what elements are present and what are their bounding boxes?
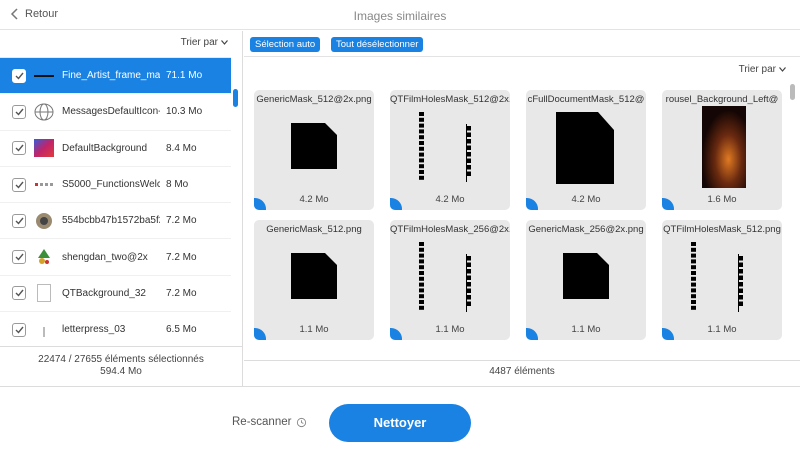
clean-button[interactable]: Nettoyer bbox=[329, 404, 471, 442]
card-filesize: 1.1 Mo bbox=[571, 324, 601, 335]
left-panel: Trier par Fine_Artist_frame_mas 71.1 Mo Me… bbox=[0, 31, 243, 386]
right-footer: 4487 éléments bbox=[244, 360, 800, 386]
item-size: 7.2 Mo bbox=[166, 215, 197, 227]
item-name: shengdan_two@2x bbox=[62, 251, 148, 263]
card-filename: QTFilmHolesMask_256@2x.png bbox=[390, 224, 510, 235]
item-thumbnail bbox=[34, 176, 54, 194]
card-filesize: 1.1 Mo bbox=[707, 324, 737, 335]
item-name: 554bcbb47b1572ba5f2 bbox=[62, 215, 160, 227]
item-checkbox[interactable] bbox=[12, 286, 26, 301]
item-thumbnail bbox=[34, 212, 54, 230]
file-list-item[interactable]: S5000_FunctionsWelc 8 Mo bbox=[0, 167, 231, 204]
item-checkbox[interactable] bbox=[12, 213, 26, 228]
card-filesize: 4.2 Mo bbox=[299, 194, 329, 205]
item-thumbnail bbox=[34, 321, 54, 339]
card-filesize: 4.2 Mo bbox=[435, 194, 465, 205]
checkmark-icon bbox=[15, 289, 24, 297]
card-filename: QTFilmHolesMask_512@2x.png bbox=[390, 94, 510, 105]
top-bar: Retour Images similaires bbox=[0, 0, 800, 30]
item-checkbox[interactable] bbox=[12, 141, 26, 156]
left-sort-label: Trier par bbox=[180, 37, 218, 48]
item-size: 7.2 Mo bbox=[166, 251, 197, 263]
card-filename: GenericMask_256@2x.png bbox=[528, 224, 644, 235]
bottom-bar: Re-scanner Nettoyer bbox=[0, 386, 800, 458]
file-list: Fine_Artist_frame_mas 71.1 Mo MessagesDefa… bbox=[0, 57, 231, 346]
image-card[interactable]: QTFilmHolesMask_512@2x.png 4.2 Mo bbox=[390, 90, 510, 210]
item-name: DefaultBackground bbox=[62, 142, 148, 154]
card-filesize: 1.6 Mo bbox=[707, 194, 737, 205]
item-name: QTBackground_32 bbox=[62, 287, 146, 299]
file-list-item[interactable]: Fine_Artist_frame_mas 71.1 Mo bbox=[0, 58, 231, 95]
checkmark-icon bbox=[15, 326, 24, 334]
item-size: 71.1 Mo bbox=[166, 70, 203, 82]
rescan-button[interactable]: Re-scanner bbox=[232, 416, 307, 428]
checkmark-icon bbox=[15, 181, 24, 189]
window-title: Images similaires bbox=[353, 9, 447, 23]
item-size: 8.4 Mo bbox=[166, 142, 197, 154]
left-footer: 22474 / 27655 éléments sélectionnés 594.… bbox=[0, 346, 242, 386]
item-thumbnail bbox=[34, 67, 54, 85]
card-filename: GenericMask_512.png bbox=[266, 224, 362, 235]
checkmark-icon bbox=[15, 108, 24, 116]
card-filesize: 1.1 Mo bbox=[299, 324, 329, 335]
checkmark-icon bbox=[15, 217, 24, 225]
deselect-all-button[interactable]: Tout désélectionner bbox=[331, 37, 424, 52]
card-filename: rousel_Background_Left@ bbox=[665, 94, 779, 105]
card-filesize: 1.1 Mo bbox=[435, 324, 465, 335]
left-sort-dropdown[interactable]: Trier par bbox=[181, 37, 228, 48]
selected-size: 594.4 Mo bbox=[100, 366, 142, 377]
item-size: 8 Mo bbox=[166, 179, 189, 191]
checkmark-icon bbox=[15, 144, 24, 152]
item-checkbox[interactable] bbox=[12, 104, 26, 119]
image-card[interactable]: QTFilmHolesMask_256@2x.png 1.1 Mo bbox=[390, 220, 510, 340]
item-name: MessagesDefaultIcon- bbox=[62, 106, 160, 118]
image-card[interactable]: GenericMask_512@2x.png 4.2 Mo bbox=[254, 90, 374, 210]
file-list-item[interactable]: QTBackground_32 7.2 Mo bbox=[0, 276, 231, 313]
file-list-item[interactable]: letterpress_03 6.5 Mo bbox=[0, 312, 231, 346]
image-card[interactable]: rousel_Background_Left@ 1.6 Mo bbox=[662, 90, 782, 210]
selected-count: 22474 / 27655 éléments sélectionnés bbox=[38, 354, 204, 365]
refresh-icon bbox=[297, 417, 307, 427]
right-panel: Sélection auto Tout désélectionner Trier… bbox=[244, 31, 800, 386]
item-thumbnail bbox=[34, 139, 54, 158]
card-filesize: 4.2 Mo bbox=[571, 194, 601, 205]
image-card[interactable]: GenericMask_512.png 1.1 Mo bbox=[254, 220, 374, 340]
item-thumbnail bbox=[34, 103, 54, 121]
file-list-item[interactable]: DefaultBackground 8.4 Mo bbox=[0, 131, 231, 167]
file-list-item[interactable]: MessagesDefaultIcon- 10.3 Mo bbox=[0, 94, 231, 131]
image-grid: GenericMask_512@2x.png 4.2 Mo QTFilmHolesM… bbox=[244, 82, 789, 350]
image-card[interactable]: QTFilmHolesMask_512.png 1.1 Mo bbox=[662, 220, 782, 340]
item-size: 7.2 Mo bbox=[166, 287, 197, 299]
image-card[interactable]: GenericMask_256@2x.png 1.1 Mo bbox=[526, 220, 646, 340]
chevron-down-icon bbox=[779, 67, 786, 72]
right-sort-dropdown[interactable]: Trier par bbox=[739, 64, 786, 75]
left-scrollbar[interactable] bbox=[233, 89, 238, 107]
item-name: letterpress_03 bbox=[62, 324, 126, 336]
auto-select-button[interactable]: Sélection auto bbox=[250, 37, 321, 52]
item-checkbox[interactable] bbox=[12, 177, 26, 192]
item-checkbox[interactable] bbox=[12, 322, 26, 337]
card-filename: cFullDocumentMask_512@ bbox=[527, 94, 645, 105]
item-checkbox[interactable] bbox=[12, 68, 26, 83]
chevron-down-icon bbox=[221, 40, 228, 45]
file-list-item[interactable]: 554bcbb47b1572ba5f2 7.2 Mo bbox=[0, 203, 231, 240]
element-count: 4487 éléments bbox=[489, 366, 555, 377]
item-checkbox[interactable] bbox=[12, 250, 26, 265]
right-toolbar: Sélection auto Tout désélectionner bbox=[244, 31, 800, 57]
item-name: S5000_FunctionsWelc bbox=[62, 179, 160, 191]
right-sort-label: Trier par bbox=[738, 64, 776, 75]
card-filename: QTFilmHolesMask_512.png bbox=[663, 224, 781, 235]
checkmark-icon bbox=[15, 253, 24, 261]
item-thumbnail bbox=[34, 248, 54, 266]
item-size: 6.5 Mo bbox=[166, 324, 197, 336]
file-list-item[interactable]: shengdan_two@2x 7.2 Mo bbox=[0, 239, 231, 276]
card-filename: GenericMask_512@2x.png bbox=[256, 94, 372, 105]
checkmark-icon bbox=[15, 72, 24, 80]
item-size: 10.3 Mo bbox=[166, 106, 203, 118]
right-scrollbar[interactable] bbox=[790, 84, 795, 100]
item-name: Fine_Artist_frame_mas bbox=[62, 70, 160, 82]
image-card[interactable]: cFullDocumentMask_512@ 4.2 Mo bbox=[526, 90, 646, 210]
item-thumbnail bbox=[34, 284, 54, 303]
rescan-label: Re-scanner bbox=[232, 416, 292, 428]
